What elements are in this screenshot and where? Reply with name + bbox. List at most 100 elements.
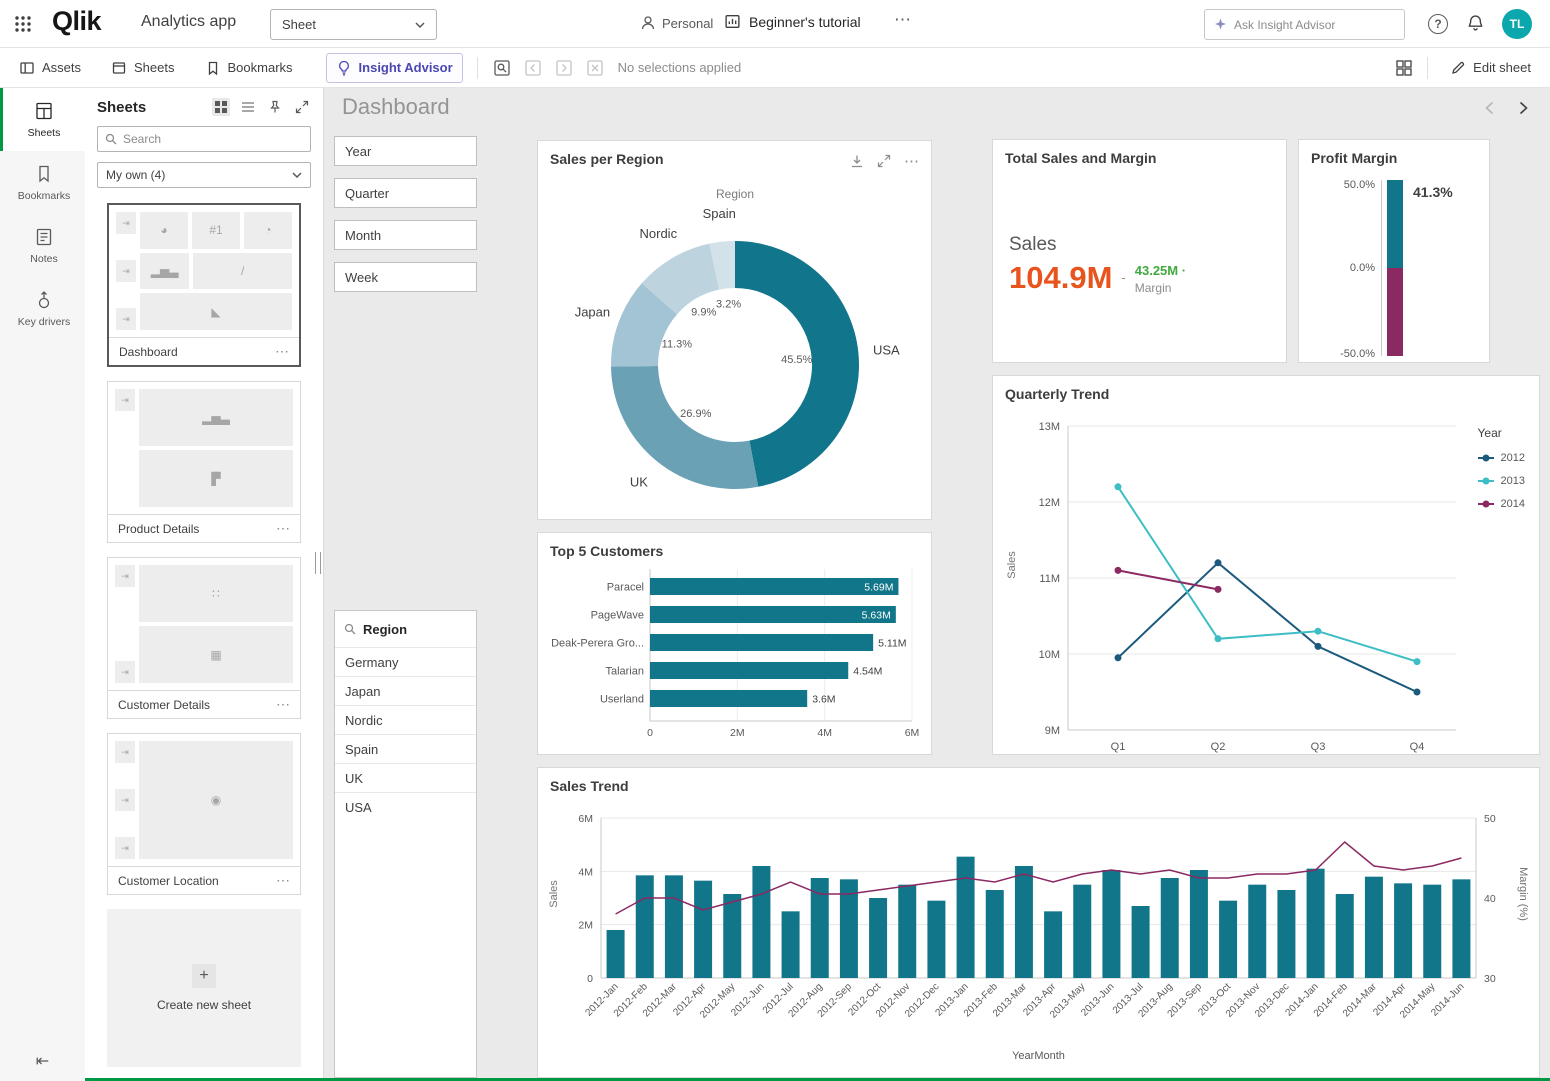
data-point-2012[interactable]: [1314, 642, 1322, 650]
selections-back-icon[interactable]: [523, 58, 543, 78]
bar-2013-Dec[interactable]: [1277, 890, 1296, 978]
bar-2012-Nov[interactable]: [898, 884, 917, 978]
insight-advisor-input[interactable]: [1234, 17, 1384, 32]
next-sheet-button[interactable]: [1519, 101, 1528, 115]
download-icon[interactable]: [850, 154, 864, 168]
bar-2013-Oct[interactable]: [1219, 900, 1238, 978]
data-point-2012[interactable]: [1413, 688, 1421, 696]
quarterly-trend-plot[interactable]: 9M 10M 11M 12M 13M Q1 Q2 Q3 Q4: [993, 376, 1541, 756]
data-point-2014[interactable]: [1214, 585, 1222, 593]
chart-menu-icon[interactable]: ⋯: [904, 152, 919, 170]
fullscreen-icon[interactable]: [877, 154, 891, 168]
avatar[interactable]: TL: [1502, 9, 1532, 39]
bar-2013-Nov[interactable]: [1248, 884, 1267, 978]
bar-PageWave[interactable]: [650, 606, 896, 623]
total-sales-margin-card[interactable]: Total Sales and Margin Sales 104.9M - 43…: [992, 139, 1287, 363]
region-option-spain[interactable]: Spain: [335, 734, 476, 763]
sheet-card-customer-location[interactable]: ⇥ ⇥ ⇥ ◉ Customer Location ⋯: [107, 733, 301, 895]
list-view-icon[interactable]: [239, 98, 257, 116]
bar-2014-Mar[interactable]: [1364, 876, 1383, 978]
tutorial-breadcrumb[interactable]: Beginner's tutorial: [724, 13, 861, 30]
rail-item-key-drivers[interactable]: Key drivers: [0, 277, 85, 340]
more-options-button[interactable]: ⋯: [894, 10, 912, 30]
notifications-button[interactable]: [1467, 14, 1484, 32]
data-point-2013[interactable]: [1413, 658, 1421, 666]
sheet-card-menu[interactable]: ⋯: [276, 696, 290, 713]
app-grid-menu-icon[interactable]: [14, 15, 32, 33]
sheet-selector[interactable]: Sheet: [270, 9, 437, 40]
bar-2012-Jun[interactable]: [752, 866, 771, 978]
bar-2012-Oct[interactable]: [869, 898, 888, 978]
bar-2013-Apr[interactable]: [1044, 911, 1063, 978]
bar-2013-Mar[interactable]: [1014, 866, 1033, 978]
sheet-card-menu[interactable]: ⋯: [275, 343, 289, 360]
sales-per-region-plot[interactable]: Region 45.5% USA 26.9% UK 11.3% Japan 9.9% Nordi…: [538, 141, 933, 521]
bookmarks-button[interactable]: Bookmarks: [196, 54, 302, 82]
bar-2013-Jan[interactable]: [956, 856, 975, 978]
bar-Talarian[interactable]: [650, 662, 849, 679]
sheet-card-dashboard[interactable]: ⇥ ⇥ ⇥ ◕ #1 ◔ ▂▅▃ / ◣ Dashboard ⋯: [107, 203, 301, 367]
sheet-card-customer-details[interactable]: ⇥ ⇥ ∷ ▦ Customer Details ⋯: [107, 557, 301, 719]
collapse-rail-button[interactable]: ⇤: [0, 1051, 85, 1071]
data-point-2014[interactable]: [1114, 566, 1122, 574]
donut-segment-UK[interactable]: [611, 365, 759, 489]
clear-selections-icon[interactable]: [585, 58, 605, 78]
data-point-2012[interactable]: [1214, 559, 1222, 567]
bar-2012-Feb[interactable]: [635, 875, 654, 978]
bar-2014-Feb[interactable]: [1335, 894, 1354, 978]
expand-panel-icon[interactable]: [293, 98, 311, 116]
region-option-nordic[interactable]: Nordic: [335, 705, 476, 734]
data-point-2013[interactable]: [1314, 627, 1322, 635]
legend-item-2012[interactable]: 2012: [1477, 452, 1525, 464]
region-option-germany[interactable]: Germany: [335, 647, 476, 676]
bar-2014-Apr[interactable]: [1394, 883, 1413, 978]
filter-quarter[interactable]: Quarter: [334, 178, 477, 208]
prev-sheet-button[interactable]: [1485, 101, 1494, 115]
bar-2012-May[interactable]: [723, 894, 742, 978]
sheets-button[interactable]: Sheets: [102, 54, 183, 82]
bar-Userland[interactable]: [650, 690, 808, 707]
selections-tool-icon[interactable]: [492, 58, 512, 78]
rail-item-notes[interactable]: Notes: [0, 214, 85, 277]
insight-advisor-search[interactable]: [1204, 9, 1405, 40]
bar-2013-Jul[interactable]: [1131, 906, 1150, 978]
legend-item-2014[interactable]: 2014: [1477, 498, 1525, 510]
rail-item-bookmarks[interactable]: Bookmarks: [0, 151, 85, 214]
sheet-card-menu[interactable]: ⋯: [276, 872, 290, 889]
bar-2012-Aug[interactable]: [810, 878, 829, 978]
bar-2012-Apr[interactable]: [694, 880, 713, 978]
panel-resize-handle[interactable]: [315, 552, 321, 574]
insight-advisor-button[interactable]: Insight Advisor: [325, 52, 463, 83]
bar-2012-Jan[interactable]: [606, 930, 625, 978]
region-option-japan[interactable]: Japan: [335, 676, 476, 705]
bar-2014-May[interactable]: [1423, 884, 1442, 978]
bar-2013-May[interactable]: [1073, 884, 1092, 978]
help-button[interactable]: ?: [1428, 14, 1448, 34]
filter-year[interactable]: Year: [334, 136, 477, 166]
collection-filter-dropdown[interactable]: My own (4): [97, 162, 311, 188]
create-new-sheet-button[interactable]: + Create new sheet: [107, 909, 301, 1067]
bar-2013-Jun[interactable]: [1102, 870, 1121, 978]
bar-2013-Sep[interactable]: [1189, 870, 1208, 978]
profit-margin-card[interactable]: Profit Margin 50.0% 0.0% -50.0% 41.3%: [1298, 139, 1490, 363]
margin-line-series[interactable]: [615, 840, 1462, 915]
legend-item-2013[interactable]: 2013: [1477, 475, 1525, 487]
filter-week[interactable]: Week: [334, 262, 477, 292]
data-point-2012[interactable]: [1114, 654, 1122, 662]
bar-2014-Jun[interactable]: [1452, 879, 1471, 978]
sheets-search[interactable]: [97, 126, 311, 152]
selections-forward-icon[interactable]: [554, 58, 574, 78]
rail-item-sheets[interactable]: Sheets: [0, 88, 85, 151]
bar-Paracel[interactable]: [650, 578, 899, 595]
data-point-2013[interactable]: [1214, 635, 1222, 643]
grid-view-icon[interactable]: [212, 98, 230, 116]
top5-plot[interactable]: 0 2M 4M 6M Paracel 5.69M PageWave 5.63M Deak-Per…: [538, 533, 933, 756]
sheets-search-input[interactable]: [123, 132, 293, 146]
edit-sheet-button[interactable]: Edit sheet: [1442, 54, 1540, 81]
assets-button[interactable]: Assets: [10, 54, 90, 82]
personal-menu[interactable]: Personal: [640, 15, 713, 31]
sheet-card-menu[interactable]: ⋯: [276, 520, 290, 537]
region-listbox-header[interactable]: Region: [335, 611, 476, 647]
sheet-layout-icon[interactable]: [1395, 59, 1413, 77]
bar-2013-Feb[interactable]: [985, 890, 1004, 978]
